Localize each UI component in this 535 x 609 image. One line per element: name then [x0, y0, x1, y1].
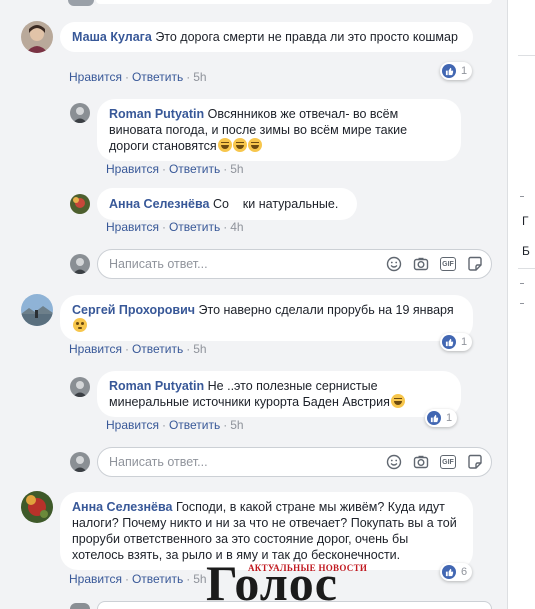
- reply-input-placeholder: Написать ответ...: [109, 455, 208, 469]
- timestamp[interactable]: 4h: [230, 220, 243, 234]
- emoji-icon[interactable]: [386, 454, 402, 470]
- sidebar-text-fragment: Г: [522, 214, 529, 228]
- reaction-count[interactable]: 1: [425, 409, 458, 427]
- comment-actions: Нравится · Ответить · 5h: [106, 418, 244, 432]
- gif-icon[interactable]: GIF: [440, 455, 456, 469]
- comments-feed: Маша Кулага Это дорога смерти не правда …: [0, 0, 500, 609]
- reaction-number: 1: [461, 336, 468, 348]
- camera-icon[interactable]: [413, 256, 429, 272]
- emoji-icon[interactable]: [386, 256, 402, 272]
- cut-off-bubble: [96, 0, 492, 4]
- flushed-emoji: [73, 318, 87, 332]
- like-link[interactable]: Нравится: [106, 220, 159, 234]
- like-link[interactable]: Нравится: [106, 162, 159, 176]
- avatar[interactable]: [70, 194, 90, 214]
- grinning-squinting-emoji: [247, 138, 262, 152]
- like-icon: [442, 64, 456, 78]
- reaction-count[interactable]: 1: [440, 333, 473, 351]
- comment-bubble: Roman Putyatin Овсянников же отвечал- во…: [97, 99, 461, 161]
- grinning-squinting-emoji: [232, 138, 247, 152]
- reply-input[interactable]: Написать ответ... GIF: [97, 249, 492, 279]
- comment-author[interactable]: Roman Putyatin: [109, 107, 204, 121]
- like-link[interactable]: Нравится: [69, 70, 122, 84]
- comment-text: Это дорога смерти не правда ли это прост…: [155, 30, 458, 44]
- like-link[interactable]: Нравится: [69, 572, 122, 586]
- avatar[interactable]: [70, 103, 90, 123]
- comment-author[interactable]: Маша Кулага: [72, 30, 152, 44]
- current-user-avatar: [70, 452, 90, 472]
- comment-actions: Нравится · Ответить · 4h: [106, 220, 244, 234]
- input-icons: GIF: [386, 256, 483, 272]
- comment-author[interactable]: Сергей Прохорович: [72, 303, 195, 317]
- timestamp[interactable]: 5h: [193, 342, 206, 356]
- reply-link[interactable]: Ответить: [169, 220, 220, 234]
- reaction-count[interactable]: 1: [440, 62, 473, 80]
- sidebar-text-fragment: Б: [522, 244, 530, 258]
- camera-icon[interactable]: [413, 454, 429, 470]
- comment-actions: Нравится · Ответить · 5h: [69, 342, 207, 356]
- timestamp[interactable]: 5h: [193, 572, 206, 586]
- like-icon: [442, 335, 456, 349]
- comment-author[interactable]: Roman Putyatin: [109, 379, 204, 393]
- reaction-number: 1: [461, 65, 468, 77]
- timestamp[interactable]: 5h: [230, 162, 243, 176]
- reply-link[interactable]: Ответить: [132, 342, 183, 356]
- current-user-avatar: [70, 254, 90, 274]
- timestamp[interactable]: 5h: [230, 418, 243, 432]
- comment-text: Это наверно сделали прорубь на 19 января: [198, 303, 454, 317]
- comment-actions: Нравится · Ответить · 5h: [69, 70, 207, 84]
- grinning-squinting-emoji: [217, 138, 232, 152]
- cut-off-avatar: [70, 603, 90, 609]
- divider: [518, 55, 535, 56]
- grinning-squinting-emoji: [390, 394, 405, 408]
- comment-text: Со ки натуральные.: [212, 197, 339, 211]
- watermark-subtitle: АКТУАЛЬНЫЕ НОВОСТИ: [248, 563, 368, 573]
- reply-input[interactable]: Написать ответ... GIF: [97, 447, 492, 477]
- comment-bubble: Анна Селезнёва Со ки натуральные.: [97, 188, 357, 220]
- avatar[interactable]: [70, 377, 90, 397]
- reaction-number: 1: [446, 412, 453, 424]
- sticker-icon[interactable]: [467, 454, 483, 470]
- comment-author[interactable]: Анна Селезнёва: [72, 500, 172, 514]
- comment-bubble: Roman Putyatin Не ..это полезные сернист…: [97, 371, 461, 417]
- like-icon: [442, 565, 456, 579]
- cut-off-avatar: [68, 0, 94, 6]
- watermark-logo: Голос АКТУАЛЬНЫЕ НОВОСТИ: [206, 557, 367, 609]
- reaction-count[interactable]: 6: [440, 563, 473, 581]
- divider: [518, 268, 535, 269]
- sticker-icon[interactable]: [467, 256, 483, 272]
- like-link[interactable]: Нравится: [106, 418, 159, 432]
- timestamp[interactable]: 5h: [193, 70, 206, 84]
- reply-link[interactable]: Ответить: [132, 70, 183, 84]
- divider: [520, 283, 524, 284]
- divider: [520, 303, 524, 304]
- reply-link[interactable]: Ответить: [132, 572, 183, 586]
- reply-link[interactable]: Ответить: [169, 418, 220, 432]
- like-icon: [427, 411, 441, 425]
- right-sidebar: Г Б: [507, 0, 535, 609]
- gif-icon[interactable]: GIF: [440, 257, 456, 271]
- avatar[interactable]: [21, 491, 53, 523]
- reaction-number: 6: [461, 566, 468, 578]
- comment-bubble: Маша Кулага Это дорога смерти не правда …: [60, 22, 473, 52]
- comment-actions: Нравится · Ответить · 5h: [106, 162, 244, 176]
- like-link[interactable]: Нравится: [69, 342, 122, 356]
- reply-input-placeholder: Написать ответ...: [109, 257, 208, 271]
- reply-link[interactable]: Ответить: [169, 162, 220, 176]
- comment-author[interactable]: Анна Селезнёва: [109, 197, 209, 211]
- avatar[interactable]: [21, 21, 53, 53]
- comment-actions: Нравится · Ответить · 5h: [69, 572, 207, 586]
- input-icons: GIF: [386, 454, 483, 470]
- avatar[interactable]: [21, 294, 53, 326]
- divider: [520, 196, 524, 197]
- comment-bubble: Сергей Прохорович Это наверно сделали пр…: [60, 295, 473, 341]
